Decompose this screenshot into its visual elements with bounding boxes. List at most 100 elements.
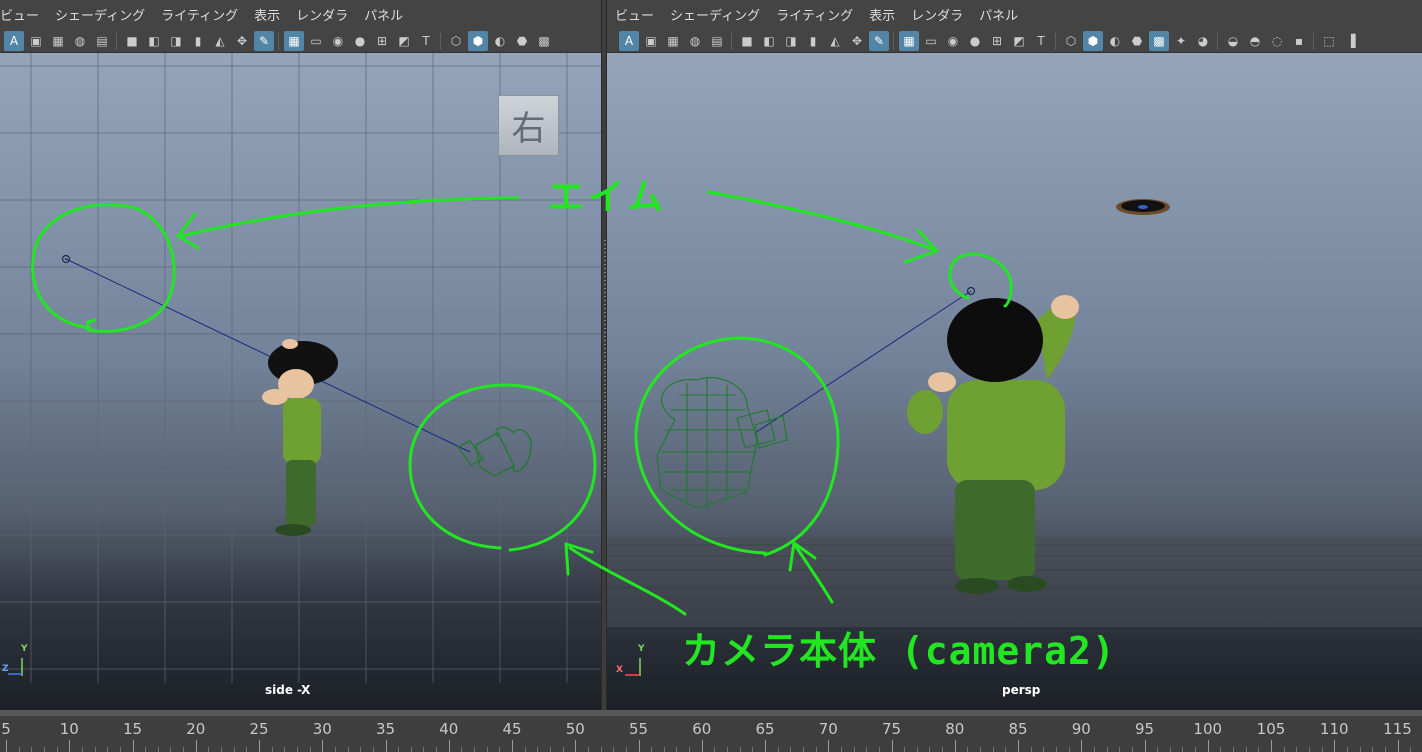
timeline-tick-label: 15 bbox=[122, 720, 143, 738]
timeline-minor-tick bbox=[107, 747, 109, 752]
timeline-tick-label: 110 bbox=[1319, 720, 1349, 738]
timeline-major-tick bbox=[954, 740, 956, 752]
timeline-minor-tick bbox=[461, 747, 463, 752]
character-side bbox=[262, 339, 338, 536]
timeline-minor-tick bbox=[689, 747, 691, 752]
timeline-major-tick bbox=[132, 740, 134, 752]
timeline-major-tick bbox=[1144, 740, 1146, 752]
timeline-tick-label: 10 bbox=[59, 720, 79, 738]
timeline-tick-label: 70 bbox=[818, 720, 838, 738]
timeline-minor-tick bbox=[1182, 747, 1184, 752]
timeline-minor-tick bbox=[94, 747, 96, 752]
time-slider[interactable]: 5 10 15 20 25 30 35 40 45 50 55 60 65 70 75 80 85 90 95 100… bbox=[0, 710, 1422, 752]
persp-viewport[interactable]: ビュー シェーディング ライティング 表示 レンダラ パネル A ▣ ▦ ◍ ▤… bbox=[607, 0, 1422, 710]
timeline-minor-tick bbox=[56, 747, 58, 752]
persp-scene bbox=[607, 199, 1422, 627]
timeline-minor-tick bbox=[967, 747, 969, 752]
timeline-tick-label: 105 bbox=[1256, 720, 1286, 738]
timeline-tick-label: 65 bbox=[755, 720, 775, 738]
timeline-major-tick bbox=[448, 740, 450, 752]
timeline-minor-tick bbox=[739, 747, 741, 752]
timeline-minor-tick bbox=[1043, 747, 1045, 752]
timeline-tick-label: 5 bbox=[1, 720, 11, 738]
timeline-major-tick bbox=[1334, 740, 1336, 752]
timeline-minor-tick bbox=[170, 747, 172, 752]
timeline-major-tick bbox=[6, 740, 7, 752]
side-viewport[interactable]: ビュー シェーディング ライティング 表示 レンダラ パネル A ▣ ▦ ◍ ▤… bbox=[0, 0, 601, 710]
timeline-major-tick bbox=[765, 740, 766, 752]
timeline-minor-tick bbox=[815, 747, 817, 752]
lens-object bbox=[1116, 199, 1170, 215]
timeline-minor-tick bbox=[613, 747, 615, 752]
timeline-tick-label: 115 bbox=[1383, 720, 1412, 738]
timeline-minor-tick bbox=[752, 747, 754, 752]
timeline-major-tick bbox=[1207, 740, 1209, 752]
timeline-major-tick bbox=[891, 740, 893, 752]
timeline-tick-label: 90 bbox=[1071, 720, 1091, 738]
timeline-minor-tick bbox=[651, 747, 653, 752]
timeline-minor-tick bbox=[157, 747, 159, 752]
timeline-minor-tick bbox=[727, 747, 729, 752]
axis-gizmo-right bbox=[625, 658, 641, 676]
timeline-minor-tick bbox=[916, 747, 918, 752]
timeline-minor-tick bbox=[549, 747, 551, 752]
timeline-minor-tick bbox=[1068, 747, 1070, 752]
timeline-minor-tick bbox=[119, 747, 121, 752]
camera-name-label: persp bbox=[1002, 683, 1041, 697]
timeline-minor-tick bbox=[1233, 747, 1235, 752]
timeline-minor-tick bbox=[1106, 747, 1108, 752]
timeline-minor-tick bbox=[904, 747, 906, 752]
timeline-minor-tick bbox=[486, 747, 488, 752]
camera-annotation: カメラ本体 (camera2) bbox=[682, 629, 1116, 673]
timeline-minor-tick bbox=[524, 747, 526, 752]
timeline-minor-tick bbox=[221, 747, 223, 752]
timeline-minor-tick bbox=[410, 747, 412, 752]
timeline-major-tick bbox=[69, 740, 71, 752]
timeline-tick-label: 45 bbox=[502, 720, 522, 738]
timeline-minor-tick bbox=[1308, 747, 1310, 752]
timeline-major-tick bbox=[1271, 740, 1272, 752]
timeline-major-tick bbox=[701, 740, 703, 752]
timeline-minor-tick bbox=[980, 747, 982, 752]
timeline-minor-tick bbox=[992, 747, 994, 752]
timeline-minor-tick bbox=[1372, 747, 1374, 752]
timeline-minor-tick bbox=[436, 747, 438, 752]
timeline-minor-tick bbox=[1258, 747, 1260, 752]
timeline-tick-label: 100 bbox=[1193, 720, 1223, 738]
timeline-major-tick bbox=[828, 740, 830, 752]
timeline-minor-tick bbox=[1410, 747, 1412, 752]
timeline-tick-label: 40 bbox=[439, 720, 459, 738]
timeline-minor-tick bbox=[663, 747, 665, 752]
timeline-minor-tick bbox=[1030, 747, 1032, 752]
timeline-minor-tick bbox=[866, 747, 868, 752]
timeline-minor-tick bbox=[1384, 747, 1386, 752]
axis-gizmo-left bbox=[8, 658, 23, 676]
timeline-minor-tick bbox=[284, 747, 286, 752]
timeline-minor-tick bbox=[1093, 747, 1095, 752]
aim-annotation: エイム bbox=[548, 177, 668, 218]
timeline-minor-tick bbox=[246, 747, 248, 752]
timeline-minor-tick bbox=[271, 747, 273, 752]
timeline-minor-tick bbox=[853, 747, 855, 752]
timeline-major-tick bbox=[1397, 740, 1399, 752]
timeline-minor-tick bbox=[423, 747, 425, 752]
timeline-minor-tick bbox=[81, 747, 83, 752]
timeline-minor-tick bbox=[145, 747, 147, 752]
timeline-minor-tick bbox=[1245, 747, 1247, 752]
timeline-tick-label: 85 bbox=[1008, 720, 1028, 738]
timeline-minor-tick bbox=[929, 747, 931, 752]
timeline-minor-tick bbox=[1220, 747, 1222, 752]
timeline-minor-tick bbox=[31, 747, 33, 752]
timeline-minor-tick bbox=[1119, 747, 1121, 752]
timeline-minor-tick bbox=[1157, 747, 1159, 752]
timeline-tick-label: 25 bbox=[249, 720, 269, 738]
timeline-minor-tick bbox=[1055, 747, 1057, 752]
timeline-minor-tick bbox=[1131, 747, 1133, 752]
timeline-major-tick bbox=[1081, 740, 1083, 752]
timeline-tick-label: 95 bbox=[1134, 720, 1155, 738]
timeline-minor-tick bbox=[777, 747, 779, 752]
timeline-minor-tick bbox=[1359, 747, 1361, 752]
timeline-major-tick bbox=[512, 740, 513, 752]
timeline-tick-label: 55 bbox=[628, 720, 649, 738]
timeline-minor-tick bbox=[18, 747, 20, 752]
